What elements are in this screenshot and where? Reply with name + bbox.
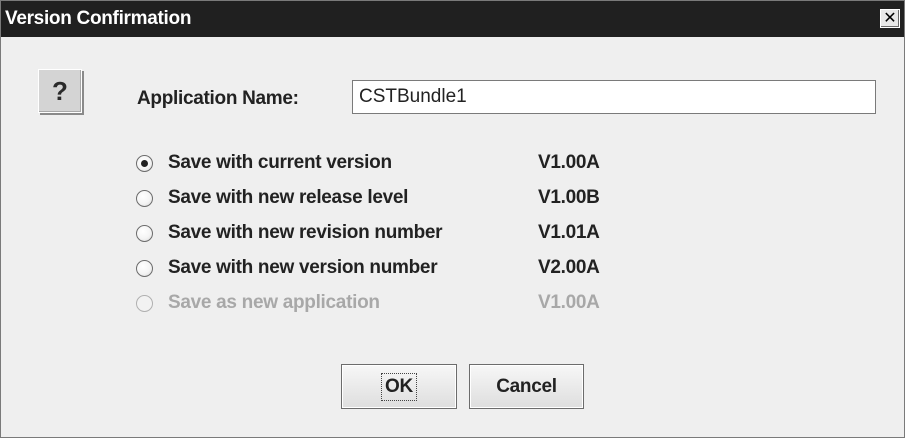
- radio-button[interactable]: [136, 155, 153, 172]
- option-version: V1.01A: [538, 222, 600, 243]
- title-bar: Version Confirmation ✕: [1, 1, 904, 37]
- radio-button[interactable]: [136, 190, 153, 207]
- question-icon: ?: [38, 69, 82, 113]
- option-version: V1.00B: [538, 187, 600, 208]
- ok-button[interactable]: OK: [341, 364, 457, 409]
- close-button[interactable]: ✕: [880, 9, 900, 28]
- option-version: V1.00A: [538, 152, 600, 173]
- option-label[interactable]: Save with new release level: [168, 187, 408, 209]
- radio-selected-dot: [141, 160, 148, 167]
- application-name-input[interactable]: [352, 80, 876, 114]
- cancel-button[interactable]: Cancel: [469, 364, 584, 409]
- option-version: V2.00A: [538, 257, 600, 278]
- radio-button: [136, 295, 153, 312]
- option-label[interactable]: Save with new revision number: [168, 222, 443, 244]
- option-label[interactable]: Save with new version number: [168, 257, 438, 279]
- question-glyph: ?: [52, 75, 68, 106]
- option-version: V1.00A: [538, 292, 600, 313]
- cancel-button-label: Cancel: [496, 375, 557, 397]
- close-icon: ✕: [883, 9, 897, 27]
- option-label: Save as new application: [168, 292, 380, 313]
- dialog-title: Version Confirmation: [5, 8, 192, 29]
- ok-button-label: OK: [381, 372, 417, 401]
- application-name-label: Application Name:: [137, 88, 299, 109]
- option-label[interactable]: Save with current version: [168, 152, 392, 174]
- radio-button[interactable]: [136, 260, 153, 277]
- radio-button[interactable]: [136, 225, 153, 242]
- version-confirmation-dialog: Version Confirmation ✕ ? Application Nam…: [0, 0, 905, 438]
